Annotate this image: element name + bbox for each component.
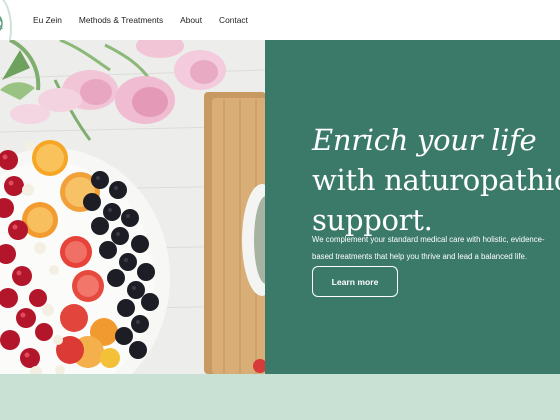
nav-item-methods-treatments[interactable]: Methods & Treatments xyxy=(79,15,163,25)
site-header: Eu Zein Methods & Treatments About Conta… xyxy=(0,0,560,62)
leaf-logo-icon xyxy=(0,16,3,31)
nav-item-about[interactable]: About xyxy=(180,15,202,25)
hero-panel: Enrich your life with naturopathic suppo… xyxy=(265,40,560,374)
hero-subtitle-line-2: based treatments that help you thrive an… xyxy=(312,252,527,261)
main-nav: Eu Zein Methods & Treatments About Conta… xyxy=(33,15,248,25)
learn-more-button[interactable]: Learn more xyxy=(312,266,398,297)
hero-subtitle: We complement your standard medical care… xyxy=(312,231,560,265)
hero-title-line-1: Enrich your life xyxy=(312,123,537,157)
hero-image xyxy=(0,40,266,374)
hero-subtitle-line-1: We complement your standard medical care… xyxy=(312,235,545,244)
next-section-band xyxy=(0,374,560,420)
hero-title: Enrich your life with naturopathic suppo… xyxy=(312,120,560,240)
hero-title-line-2: with naturopathic xyxy=(312,163,560,197)
nav-item-eu-zein[interactable]: Eu Zein xyxy=(33,15,62,25)
food-platter-photo xyxy=(0,40,266,374)
nav-item-contact[interactable]: Contact xyxy=(219,15,248,25)
